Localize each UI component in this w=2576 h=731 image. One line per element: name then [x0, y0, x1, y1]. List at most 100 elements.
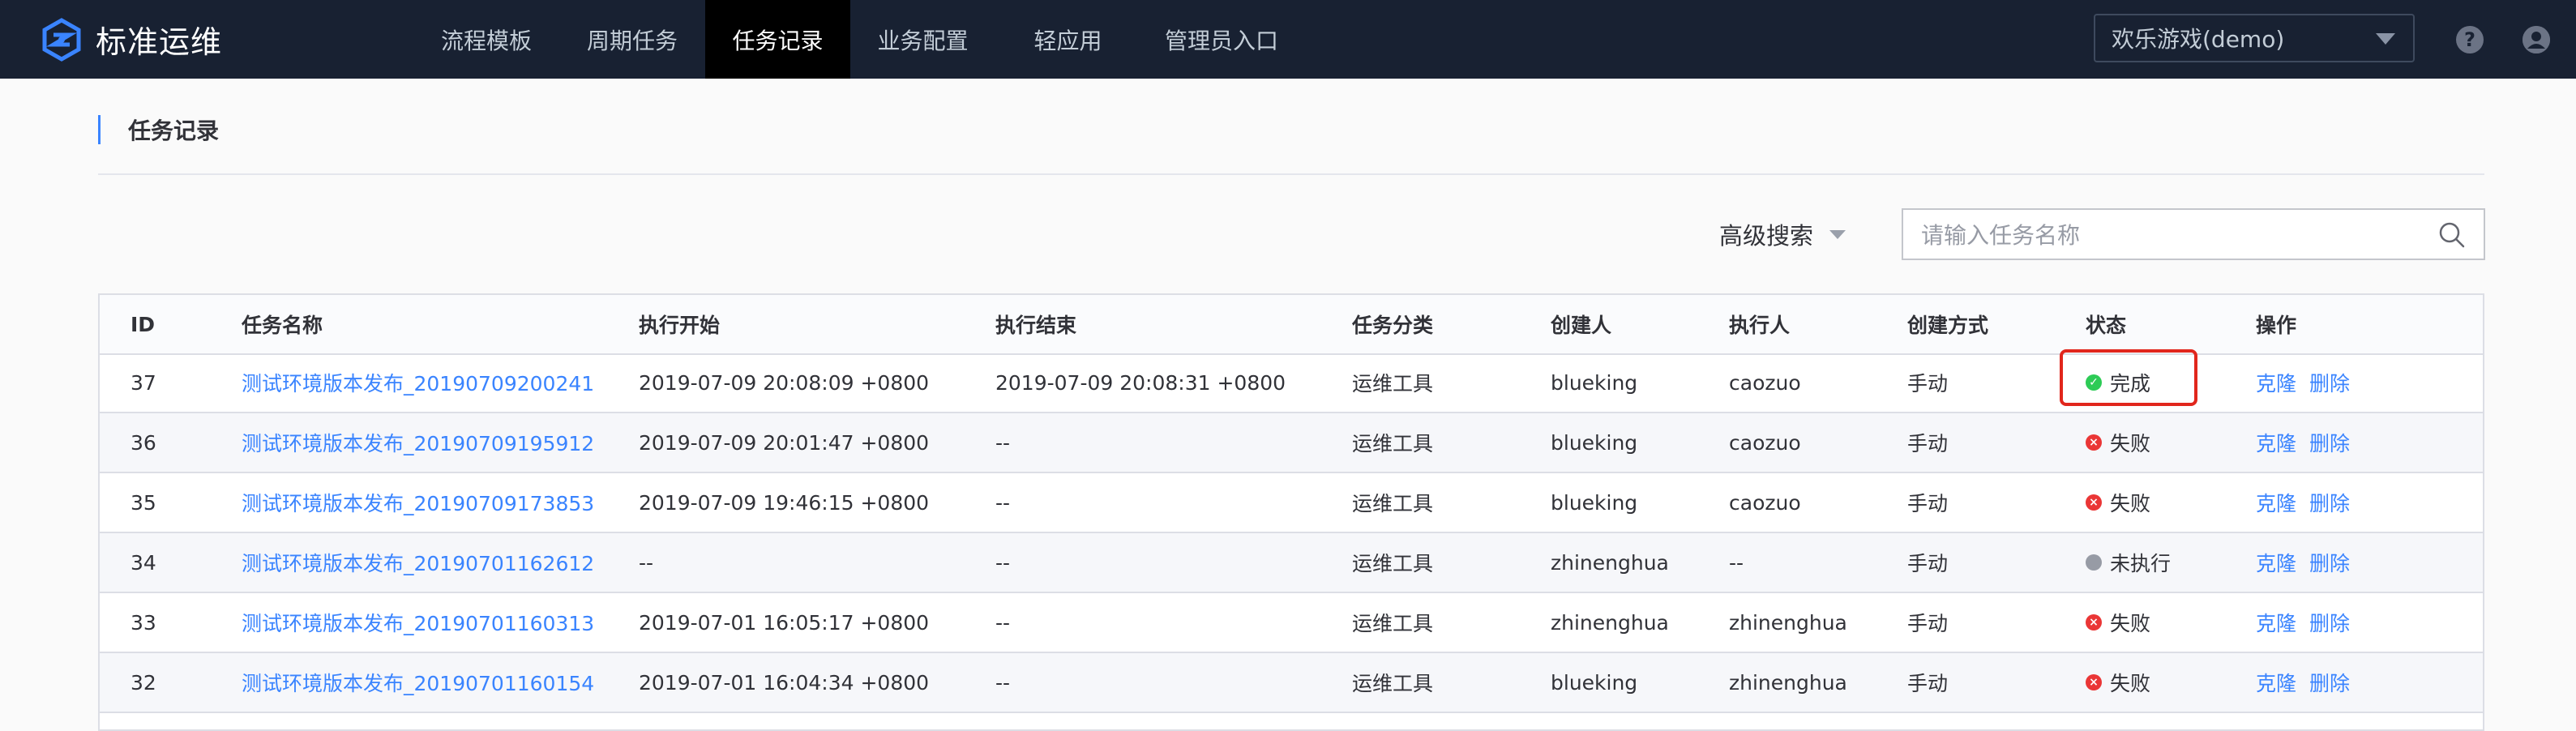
page-title: 任务记录: [128, 118, 220, 144]
status-label: 未执行: [2110, 552, 2172, 575]
status-cell: × 失败: [2086, 593, 2150, 652]
create-method: 手动: [1907, 612, 1949, 635]
task-name-link[interactable]: 测试环境版本发布_20190709173853: [242, 473, 594, 532]
start-time: 2019-07-01 16:05:17 +0800: [639, 610, 930, 635]
executor: caozuo: [1729, 490, 1801, 515]
business-select[interactable]: 欢乐游戏(demo): [2094, 14, 2415, 62]
task-name-link[interactable]: 测试环境版本发布_20190709200241: [242, 353, 594, 412]
task-name-link[interactable]: 测试环境版本发布_20190701160154: [242, 653, 594, 712]
user-icon[interactable]: [2523, 26, 2550, 53]
actions-cell: 克隆 删除: [2256, 473, 2363, 532]
task-id: 37: [131, 370, 156, 395]
caret-down-icon: [1829, 229, 1846, 239]
create-method: 手动: [1907, 672, 1949, 695]
delete-button[interactable]: 删除: [2309, 548, 2350, 577]
delete-button[interactable]: 删除: [2309, 368, 2350, 397]
advanced-search-label: 高级搜索: [1719, 222, 1814, 250]
column-header-end-time: 执行结束: [995, 314, 1077, 337]
page-header: 任务记录: [98, 105, 2484, 175]
clone-button[interactable]: 克隆: [2256, 368, 2296, 397]
pending-dot-icon: [2086, 554, 2102, 571]
creator: blueking: [1551, 370, 1638, 395]
task-id: 36: [131, 430, 156, 455]
create-method: 手动: [1907, 432, 1949, 455]
executor: zhinenghua: [1729, 610, 1847, 635]
nav-item-task-records[interactable]: 任务记录: [705, 0, 850, 79]
creator: blueking: [1551, 670, 1638, 695]
actions-cell: 克隆 删除: [2256, 413, 2363, 472]
column-header-status: 状态: [2086, 314, 2127, 337]
actions-cell: 克隆 删除: [2256, 593, 2363, 652]
end-time: --: [995, 610, 1011, 635]
table-row: 33 测试环境版本发布_20190701160313 2019-07-01 16:0…: [100, 593, 2483, 653]
task-category: 运维工具: [1352, 372, 1434, 395]
clone-button[interactable]: 克隆: [2256, 548, 2296, 577]
nav-item-admin-entry[interactable]: 管理员入口: [1140, 0, 1303, 79]
creator: blueking: [1551, 430, 1638, 455]
failed-x-icon: ×: [2086, 614, 2102, 631]
clone-button[interactable]: 克隆: [2256, 608, 2296, 637]
delete-button[interactable]: 删除: [2309, 488, 2350, 517]
table-row: 34 测试环境版本发布_20190701162612 -- -- 运维工具 zhineng…: [100, 533, 2483, 593]
end-time: --: [995, 550, 1011, 575]
failed-x-icon: ×: [2086, 434, 2102, 451]
nav-item-light-apps[interactable]: 轻应用: [995, 0, 1140, 79]
task-name-search-input[interactable]: [1919, 218, 2409, 252]
search-icon[interactable]: [2438, 221, 2466, 249]
clone-button[interactable]: 克隆: [2256, 428, 2296, 457]
start-time: 2019-07-01 16:04:34 +0800: [639, 670, 930, 695]
table-row: 36 测试环境版本发布_20190709195912 2019-07-09 20:0…: [100, 413, 2483, 473]
delete-button[interactable]: 删除: [2309, 668, 2350, 697]
table-header: ID 任务名称 执行开始 执行结束 任务分类 创建人 执行人 创建方式 状态 操…: [100, 295, 2483, 355]
status-label: 失败: [2110, 612, 2151, 635]
creator: zhinenghua: [1551, 550, 1669, 575]
end-time: --: [995, 670, 1011, 695]
task-name-link[interactable]: 测试环境版本发布_20190701162612: [242, 533, 594, 592]
column-header-start-time: 执行开始: [639, 314, 721, 337]
executor: zhinenghua: [1729, 670, 1847, 695]
clone-button[interactable]: 克隆: [2256, 668, 2296, 697]
task-id: 32: [131, 670, 156, 695]
status-cell: 未执行: [2086, 533, 2171, 592]
status-label: 失败: [2110, 432, 2151, 455]
column-header-task-name: 任务名称: [242, 314, 323, 337]
clone-button[interactable]: 克隆: [2256, 488, 2296, 517]
logo-icon: [42, 17, 81, 62]
failed-x-icon: ×: [2086, 494, 2102, 511]
task-name-link[interactable]: 测试环境版本发布_20190701160313: [242, 593, 594, 652]
task-category: 运维工具: [1352, 432, 1434, 455]
executor: --: [1729, 550, 1744, 575]
table-row: 32 测试环境版本发布_20190701160154 2019-07-01 16:0…: [100, 653, 2483, 713]
status-label: 失败: [2110, 672, 2151, 695]
delete-button[interactable]: 删除: [2309, 608, 2350, 637]
task-category: 运维工具: [1352, 492, 1434, 515]
main-nav: 流程模板 周期任务 任务记录 业务配置 轻应用 管理员入口: [413, 0, 1303, 79]
task-name-link[interactable]: 测试环境版本发布_20190709195912: [242, 413, 594, 472]
nav-item-business-config[interactable]: 业务配置: [850, 0, 995, 79]
column-header-category: 任务分类: [1352, 314, 1434, 337]
delete-button[interactable]: 删除: [2309, 428, 2350, 457]
nav-item-templates[interactable]: 流程模板: [413, 0, 559, 79]
advanced-search-toggle[interactable]: 高级搜索: [1719, 217, 1846, 251]
help-icon[interactable]: ?: [2456, 26, 2484, 53]
create-method: 手动: [1907, 552, 1949, 575]
status-label: 失败: [2110, 492, 2151, 515]
column-header-creator: 创建人: [1551, 314, 1612, 337]
task-category: 运维工具: [1352, 672, 1434, 695]
start-time: 2019-07-09 20:08:09 +0800: [639, 370, 930, 395]
app-title: 标准运维: [96, 24, 223, 60]
status-highlight-box: [2060, 349, 2197, 406]
executor: caozuo: [1729, 370, 1801, 395]
task-category: 运维工具: [1352, 612, 1434, 635]
create-method: 手动: [1907, 492, 1949, 515]
creator: blueking: [1551, 490, 1638, 515]
business-select-value: 欢乐游戏(demo): [2112, 26, 2285, 53]
create-method: 手动: [1907, 372, 1949, 395]
table-row: 35 测试环境版本发布_20190709173853 2019-07-09 19:4…: [100, 473, 2483, 533]
start-time: --: [639, 550, 654, 575]
task-category: 运维工具: [1352, 552, 1434, 575]
end-time: 2019-07-09 20:08:31 +0800: [995, 370, 1286, 395]
brand[interactable]: 标准运维: [37, 0, 222, 79]
nav-item-periodic-tasks[interactable]: 周期任务: [559, 0, 705, 79]
status-cell: × 失败: [2086, 653, 2150, 712]
